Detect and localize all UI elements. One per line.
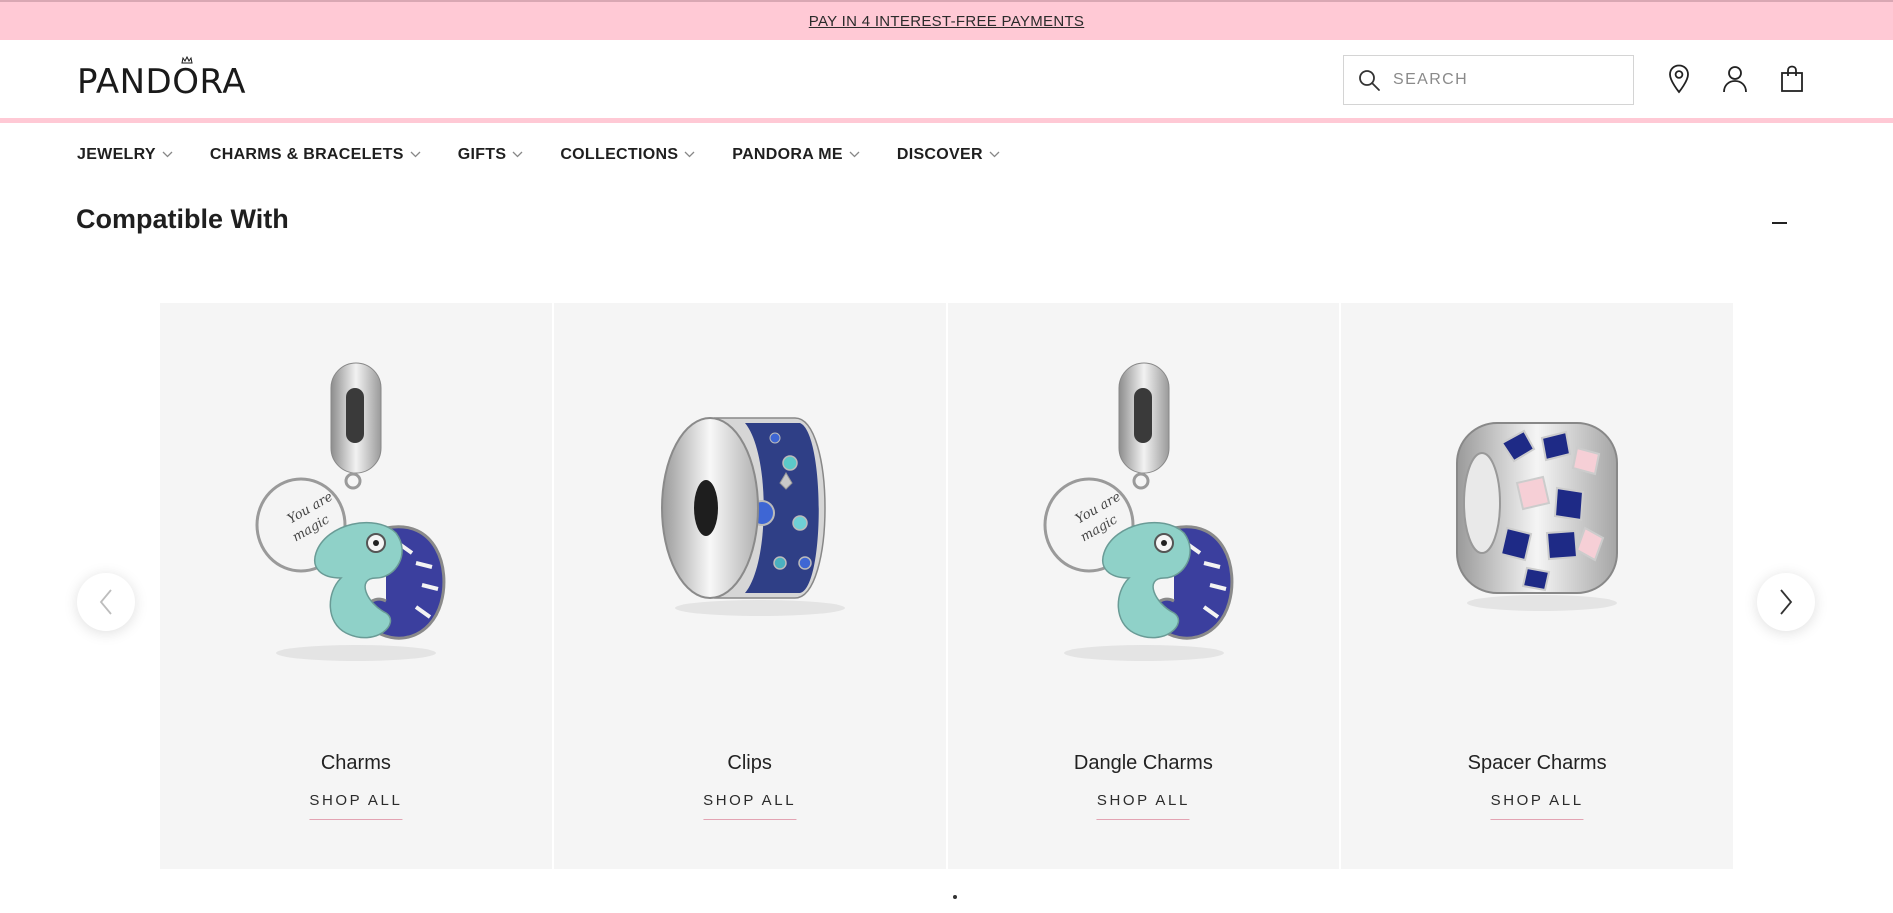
pandora-logo[interactable]: PANDORA [77, 56, 246, 102]
shopping-bag-icon[interactable] [1775, 62, 1809, 96]
account-icon[interactable] [1718, 62, 1752, 96]
location-icon[interactable] [1662, 62, 1696, 96]
shop-all-link[interactable]: SHOP ALL [1096, 792, 1190, 820]
carousel-dot[interactable] [953, 895, 957, 899]
nav-item-jewelry[interactable]: JEWELRY [77, 146, 173, 164]
product-image: You are magic [948, 303, 1340, 723]
section-title: Compatible With [76, 204, 289, 234]
site-header: PANDORA [0, 40, 1893, 118]
product-image [1341, 303, 1733, 723]
nav-item-discover[interactable]: DISCOVER [897, 146, 1000, 164]
category-card-spacer-charms[interactable]: Spacer Charms SHOP ALL [1341, 303, 1733, 869]
search-box[interactable] [1343, 55, 1634, 105]
search-input[interactable] [1393, 71, 1613, 89]
nav-item-gifts[interactable]: GIFTS [458, 146, 524, 164]
minus-icon [1771, 222, 1787, 224]
nav-item-collections[interactable]: COLLECTIONS [560, 146, 695, 164]
carousel-next-button[interactable] [1757, 573, 1815, 631]
chevron-down-icon [989, 151, 1000, 158]
promo-bar: PAY IN 4 INTEREST-FREE PAYMENTS [0, 0, 1893, 40]
product-image: You are magic [160, 303, 552, 723]
chevron-down-icon [849, 151, 860, 158]
card-title: Clips [727, 752, 772, 774]
nav-label: JEWELRY [77, 145, 156, 163]
product-image [554, 303, 946, 723]
logo-text: PANDORA [77, 62, 246, 102]
main-nav: JEWELRY CHARMS & BRACELETS GIFTS COLLECT… [0, 123, 1893, 186]
nav-item-charms-bracelets[interactable]: CHARMS & BRACELETS [210, 146, 421, 164]
chevron-down-icon [162, 151, 173, 158]
chevron-down-icon [512, 151, 523, 158]
chevron-down-icon [684, 151, 695, 158]
crown-icon [181, 56, 193, 64]
category-card-clips[interactable]: Clips SHOP ALL [553, 303, 946, 869]
nav-label: COLLECTIONS [560, 145, 679, 163]
shop-all-link[interactable]: SHOP ALL [309, 792, 403, 820]
nav-label: DISCOVER [896, 145, 983, 163]
card-title: Charms [320, 752, 391, 774]
search-icon [1359, 70, 1380, 91]
promo-link[interactable]: PAY IN 4 INTEREST-FREE PAYMENTS [809, 13, 1084, 30]
nav-label: CHARMS & BRACELETS [209, 145, 404, 163]
chevron-left-icon [99, 589, 112, 615]
category-card-dangle-charms[interactable]: You are magic Dangle Charms SHOP ALL [947, 303, 1340, 869]
card-title: Spacer Charms [1467, 752, 1607, 774]
nav-label: GIFTS [457, 145, 507, 163]
shop-all-link[interactable]: SHOP ALL [703, 792, 797, 820]
carousel-prev-button[interactable] [77, 573, 135, 631]
category-card-charms[interactable]: You are magic Charms SHOP ALL [160, 303, 552, 869]
collapse-button[interactable] [1766, 210, 1792, 236]
card-title: Dangle Charms [1073, 752, 1213, 774]
compatible-carousel: You are magic Charms SHOP ALL Clips SHOP… [160, 303, 1733, 869]
shop-all-link[interactable]: SHOP ALL [1490, 792, 1584, 820]
chevron-right-icon [1780, 589, 1793, 615]
nav-label: PANDORA ME [732, 145, 843, 163]
nav-item-pandora-me[interactable]: PANDORA ME [732, 146, 860, 164]
chevron-down-icon [410, 151, 421, 158]
